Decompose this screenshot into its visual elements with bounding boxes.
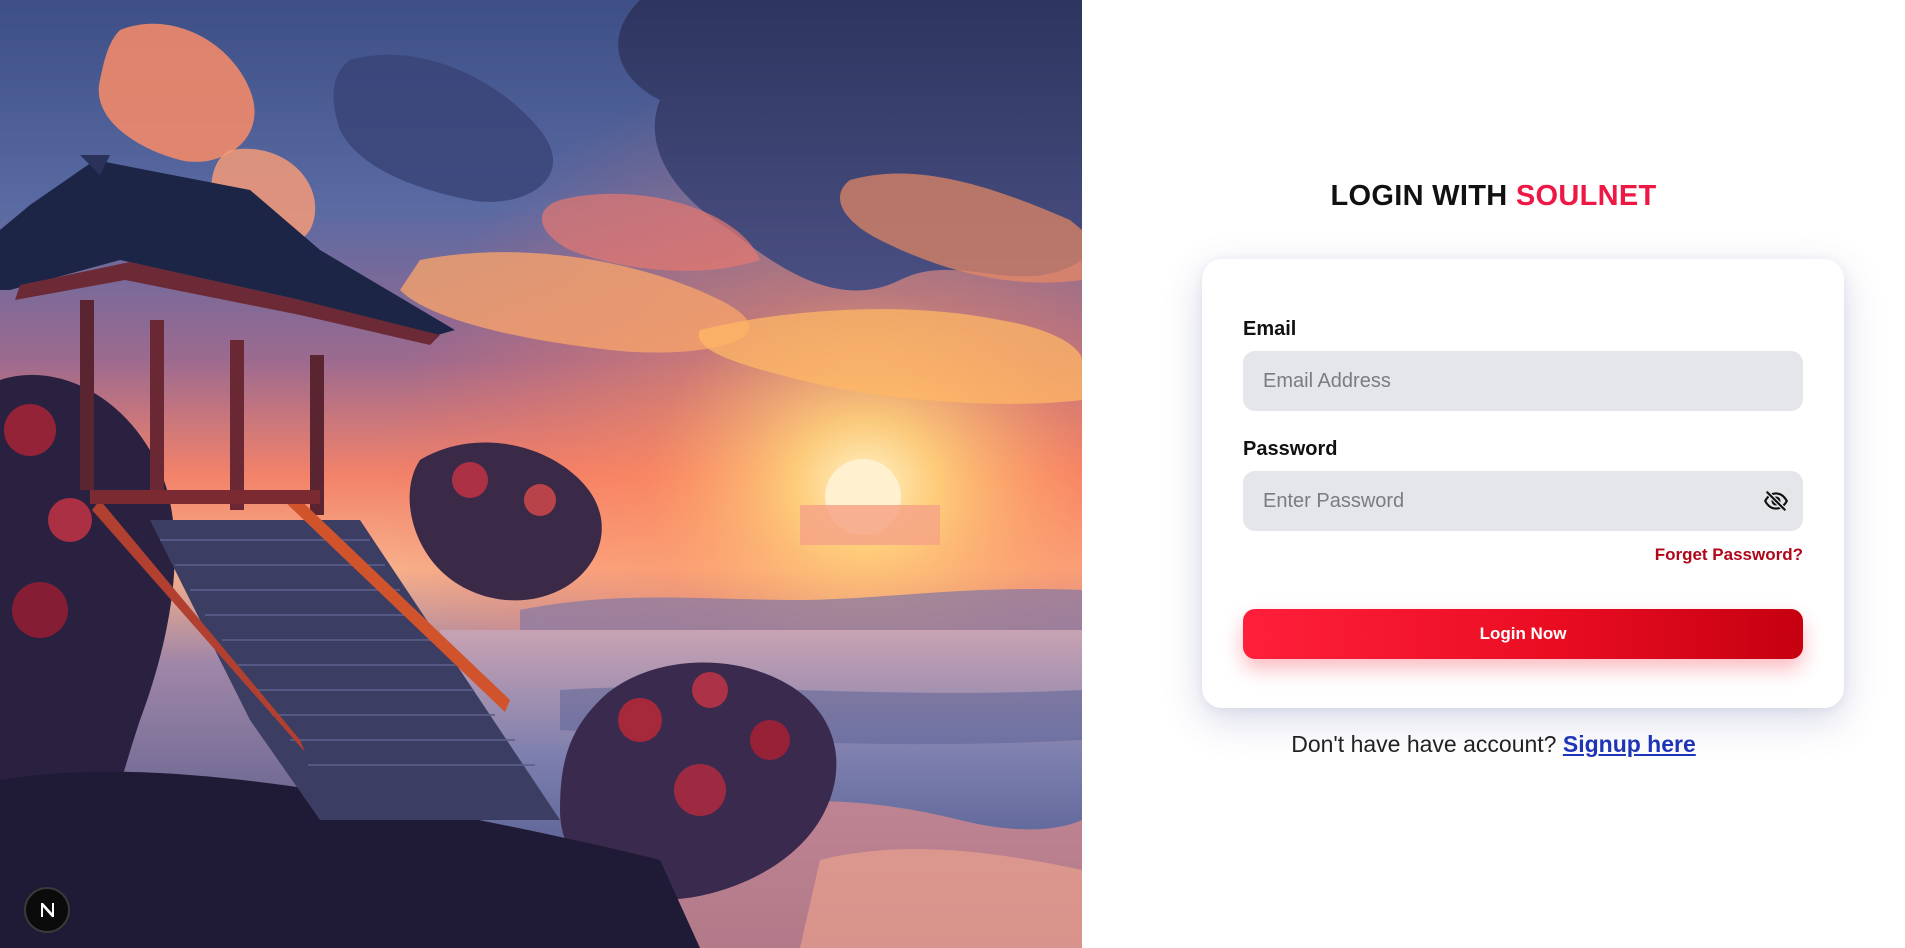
login-page: LOGIN WITH SOULNET Email Password Forg — [0, 0, 1905, 948]
password-field-wrapper — [1243, 471, 1803, 531]
forgot-password-link[interactable]: Forget Password? — [1655, 545, 1803, 564]
signup-row: Don't have have account? Signup here — [1082, 731, 1905, 758]
signup-prompt: Don't have have account? — [1291, 731, 1557, 757]
auth-panel: LOGIN WITH SOULNET Email Password Forg — [1082, 0, 1905, 948]
hero-illustration — [0, 0, 1082, 948]
next-n-logo-icon — [41, 903, 54, 917]
email-input[interactable] — [1243, 351, 1803, 411]
login-button[interactable]: Login Now — [1243, 609, 1803, 659]
signup-link[interactable]: Signup here — [1563, 731, 1696, 757]
sunset-pagoda-image — [0, 0, 1082, 948]
next-badge-button[interactable] — [24, 887, 70, 933]
email-field-wrapper — [1243, 351, 1803, 411]
page-title: LOGIN WITH SOULNET — [1082, 180, 1905, 213]
email-label: Email — [1243, 318, 1297, 340]
title-prefix: LOGIN WITH — [1330, 180, 1508, 212]
password-label: Password — [1243, 438, 1338, 460]
eye-slash-icon[interactable] — [1763, 488, 1789, 514]
title-brand: SOULNET — [1515, 180, 1657, 212]
login-card: Email Password Forget Password? Login No… — [1202, 259, 1844, 708]
password-input[interactable] — [1243, 471, 1803, 531]
forgot-row: Forget Password? — [1243, 545, 1803, 567]
